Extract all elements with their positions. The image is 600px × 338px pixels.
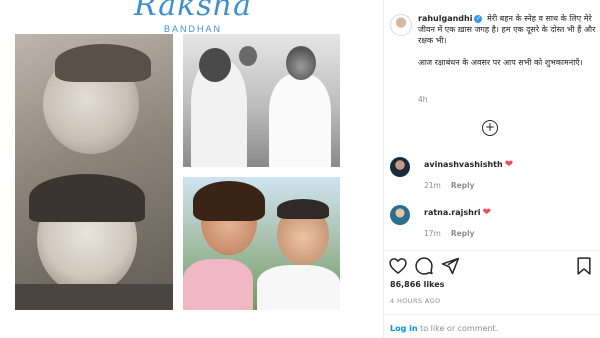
brand-script-text: Raksha	[134, 0, 252, 23]
post-caption: rahulgandhi ✓ मेरी बहन के स्नेह व साथ के …	[418, 13, 596, 79]
boy-hair	[55, 44, 151, 82]
commenter-username[interactable]: avinashvashishth	[424, 160, 503, 169]
heart-outline-icon[interactable]	[388, 256, 408, 276]
priyanka-hair	[193, 181, 265, 221]
instagram-post: Raksha BANDHAN rahulgandhi ✓ मेरी बहन के…	[0, 0, 600, 338]
red-heart-emoji-icon: ❤	[482, 207, 491, 218]
post-image[interactable]: Raksha BANDHAN	[0, 0, 383, 338]
sister-head	[199, 48, 231, 82]
comment-age: 21m	[424, 181, 441, 190]
reply-button[interactable]: Reply	[451, 181, 475, 190]
caption-age: 4h	[418, 95, 428, 104]
plus-circle-icon[interactable]: +	[482, 120, 498, 136]
author-username[interactable]: rahulgandhi	[418, 14, 472, 23]
photo-shadow	[15, 284, 173, 310]
login-link[interactable]: Log in	[390, 324, 418, 333]
commenter-avatar[interactable]	[390, 157, 410, 177]
verified-badge-icon: ✓	[474, 14, 483, 23]
background-person	[239, 46, 257, 66]
login-rest-text: to like or comment.	[417, 324, 499, 333]
divider	[384, 250, 600, 251]
caption-text-2: आज रक्षाबंधन के अवसर पर आप सभी को शुभकाम…	[418, 58, 583, 67]
paper-plane-icon[interactable]	[440, 256, 460, 276]
brother-figure	[269, 74, 331, 167]
comment-age: 17m	[424, 229, 441, 238]
author-avatar[interactable]	[390, 14, 412, 36]
red-heart-emoji-icon: ❤	[504, 159, 514, 170]
walking-photo	[183, 34, 340, 167]
post-timestamp: 4 HOURS AGO	[390, 297, 441, 305]
divider	[384, 314, 600, 315]
likes-count[interactable]: 86,866 likes	[390, 280, 444, 289]
rahul-hair	[277, 199, 329, 219]
priyanka-dupatta	[183, 259, 253, 310]
bookmark-icon[interactable]	[574, 256, 594, 276]
girl-hair	[29, 174, 145, 222]
brand-subtitle-text: BANDHAN	[163, 24, 222, 34]
reply-button[interactable]: Reply	[451, 229, 475, 238]
childhood-photo	[15, 34, 173, 310]
siblings-photo	[183, 177, 340, 310]
rahul-kurta	[257, 265, 340, 310]
brother-head	[286, 46, 316, 80]
post-details-panel: rahulgandhi ✓ मेरी बहन के स्नेह व साथ के …	[383, 0, 600, 338]
commenter-username[interactable]: ratna.rajshri	[424, 208, 481, 217]
login-prompt: Log in to like or comment.	[390, 324, 498, 333]
commenter-avatar[interactable]	[390, 205, 410, 225]
comment-bubble-icon[interactable]	[414, 256, 434, 276]
action-bar	[384, 256, 600, 276]
